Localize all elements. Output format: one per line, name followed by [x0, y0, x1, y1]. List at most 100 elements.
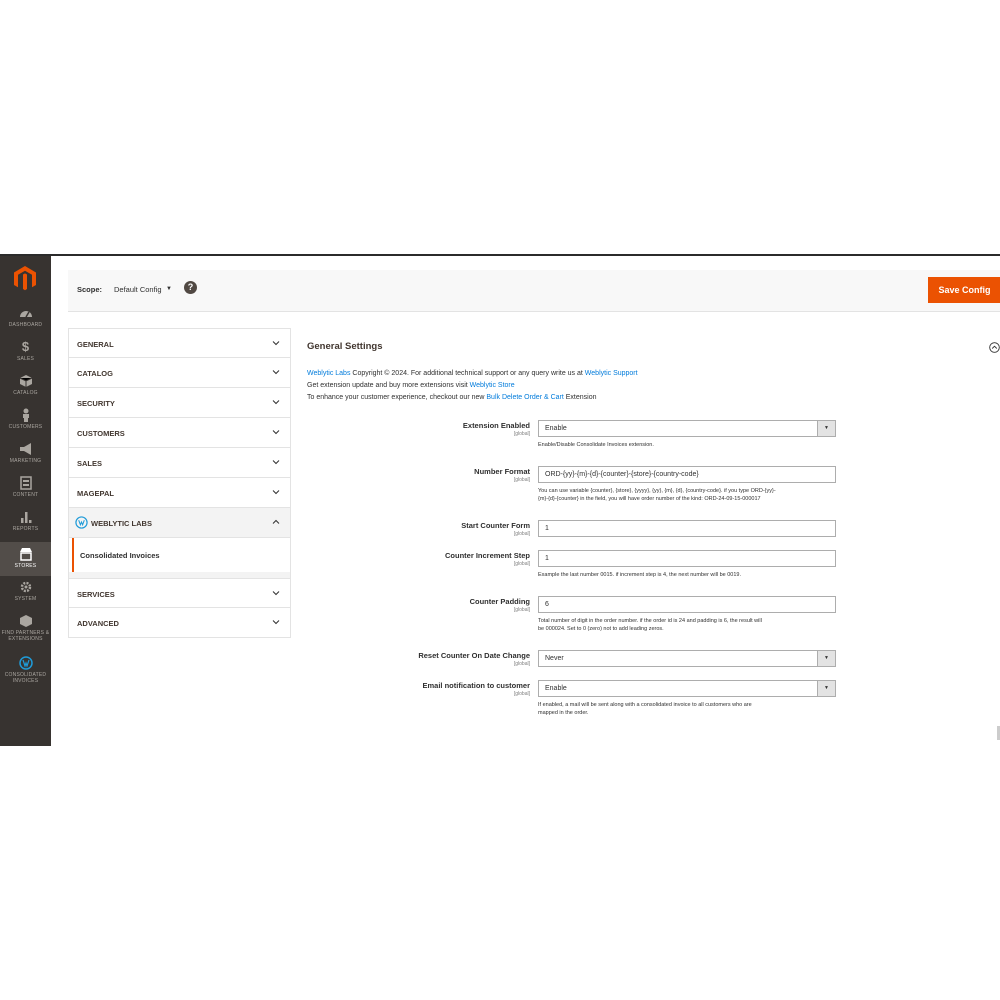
select-value: Never: [545, 655, 564, 662]
field-label-extension-enabled: Extension Enabled: [462, 421, 530, 430]
chevron-down-icon: [272, 341, 280, 346]
magento-logo-icon[interactable]: [11, 264, 39, 292]
weblytic-support-link[interactable]: Weblytic Support: [585, 370, 638, 377]
note-line: {m}-{d}-{counter} in the field, you will…: [538, 495, 761, 502]
increment-step-input[interactable]: 1: [538, 550, 836, 567]
start-counter-input[interactable]: 1: [538, 520, 836, 537]
reset-counter-select[interactable]: Never ▼: [538, 650, 836, 667]
note-line: If enabled, a mail will be sent along wi…: [538, 702, 752, 708]
number-format-input[interactable]: ORD-{yy}-{m}-{d}-{counter}-{store}-{coun…: [538, 466, 836, 483]
tab-label: WEBLYTIC LABS: [91, 519, 152, 528]
intro-text: Extension: [563, 394, 597, 401]
field-note: You can use variable {counter}, {store},…: [538, 488, 838, 503]
chevron-down-icon: [272, 490, 280, 495]
config-tabs: GENERAL CATALOG SECURITY CUSTOMERS SALES…: [68, 328, 291, 638]
field-label-start-counter: Start Counter Form: [461, 521, 530, 530]
chevron-down-icon: ▼: [817, 651, 835, 666]
tab-label: CUSTOMERS: [77, 429, 125, 438]
weblytic-labs-link[interactable]: Weblytic Labs: [307, 370, 350, 377]
input-value: 6: [545, 601, 549, 608]
intro-line-2: Get extension update and buy more extens…: [307, 382, 515, 389]
tab-security[interactable]: SECURITY: [68, 388, 291, 418]
chevron-up-icon: [272, 519, 280, 524]
chevron-down-icon: [272, 460, 280, 465]
tab-customers[interactable]: CUSTOMERS: [68, 418, 291, 448]
counter-padding-input[interactable]: 6: [538, 596, 836, 613]
field-note: Enable/Disable Consolidate Invoices exte…: [538, 442, 654, 448]
input-value: 1: [545, 555, 549, 562]
menu-label: MARKETING: [9, 458, 42, 464]
content-icon: [19, 476, 32, 490]
subtab-label: Consolidated Invoices: [80, 551, 160, 560]
bar-chart-icon: [20, 512, 31, 523]
active-indicator: [72, 538, 74, 572]
tab-sales[interactable]: SALES: [68, 448, 291, 478]
chevron-down-icon[interactable]: ▼: [166, 286, 172, 292]
bulk-delete-link[interactable]: Bulk Delete Order & Cart: [486, 394, 563, 401]
tab-general[interactable]: GENERAL: [68, 328, 291, 358]
select-value: Enable: [545, 685, 567, 692]
menu-label: CUSTOMERS: [8, 424, 43, 430]
input-value: ORD-{yy}-{m}-{d}-{counter}-{store}-{coun…: [545, 471, 699, 478]
admin-menu: DASHBOARD $ SALES CATALOG CUSTOMERS MARK…: [0, 256, 51, 746]
tab-consolidated-invoices[interactable]: Consolidated Invoices: [68, 538, 291, 572]
email-notification-select[interactable]: Enable ▼: [538, 680, 836, 697]
field-scope: [global]: [513, 661, 530, 667]
box-icon: [19, 375, 32, 387]
tab-label: SERVICES: [77, 590, 115, 599]
field-note: If enabled, a mail will be sent along wi…: [538, 702, 838, 717]
menu-label: CATALOG: [13, 390, 38, 396]
intro-text: Copyright © 2024. For additional technic…: [350, 370, 585, 377]
tab-catalog[interactable]: CATALOG: [68, 358, 291, 388]
field-scope: [global]: [513, 691, 530, 697]
intro-text: To enhance your customer experience, che…: [307, 394, 487, 401]
chevron-down-icon: [272, 370, 280, 375]
menu-label: STORES: [14, 563, 37, 569]
field-note: Example the last number 0015. if increme…: [538, 572, 741, 578]
menu-item-dashboard[interactable]: DASHBOARD: [0, 306, 51, 328]
weblytic-icon: [75, 516, 88, 529]
scope-switcher[interactable]: Default Config: [114, 285, 162, 294]
collapse-icon[interactable]: [989, 342, 1000, 353]
weblytic-store-link[interactable]: Weblytic Store: [470, 382, 515, 389]
section-title[interactable]: General Settings: [307, 341, 383, 352]
help-icon[interactable]: ?: [184, 281, 197, 294]
menu-label: REPORTS: [12, 526, 39, 532]
chevron-down-icon: [272, 620, 280, 625]
menu-item-reports[interactable]: REPORTS: [0, 510, 51, 532]
menu-item-find-partners[interactable]: FIND PARTNERS & EXTENSIONS: [0, 614, 51, 642]
field-label-email-notification: Email notification to customer: [422, 681, 530, 690]
dollar-icon: $: [21, 339, 30, 354]
menu-label: SYSTEM: [14, 596, 37, 602]
cube-icon: [19, 615, 32, 627]
menu-item-sales[interactable]: $ SALES: [0, 339, 51, 363]
tab-magepal[interactable]: MAGEPAL: [68, 478, 291, 508]
menu-item-consolidated-invoices[interactable]: CONSOLIDATED INVOICES: [0, 656, 51, 684]
save-config-button[interactable]: Save Config: [928, 277, 1000, 303]
gear-icon: [20, 581, 31, 593]
scope-label: Scope:: [77, 285, 103, 294]
page-actions-bar: Scope: Default Config ▼ ? Save Config: [68, 270, 1000, 312]
menu-item-marketing[interactable]: MARKETING: [0, 442, 51, 464]
extension-enabled-select[interactable]: Enable ▼: [538, 420, 836, 437]
field-label-increment-step: Counter Increment Step: [444, 551, 530, 560]
menu-item-content[interactable]: CONTENT: [0, 476, 51, 498]
chevron-down-icon: [272, 591, 280, 596]
menu-label: DASHBOARD: [8, 322, 43, 328]
menu-label: FIND PARTNERS & EXTENSIONS: [1, 630, 50, 642]
chevron-down-icon: ▼: [817, 681, 835, 696]
menu-item-stores[interactable]: STORES: [0, 542, 51, 576]
tab-advanced[interactable]: ADVANCED: [68, 608, 291, 638]
input-value: 1: [545, 525, 549, 532]
select-value: Enable: [545, 425, 567, 432]
tab-services[interactable]: SERVICES: [68, 578, 291, 608]
chevron-down-icon: [272, 400, 280, 405]
dashboard-icon: [19, 311, 32, 318]
menu-item-customers[interactable]: CUSTOMERS: [0, 408, 51, 430]
menu-label: CONSOLIDATED INVOICES: [4, 672, 47, 684]
menu-item-system[interactable]: SYSTEM: [0, 580, 51, 602]
megaphone-icon: [19, 443, 31, 455]
tab-weblytic-labs[interactable]: WEBLYTIC LABS: [68, 508, 291, 538]
field-label-number-format: Number Format: [474, 467, 530, 476]
menu-item-catalog[interactable]: CATALOG: [0, 374, 51, 396]
